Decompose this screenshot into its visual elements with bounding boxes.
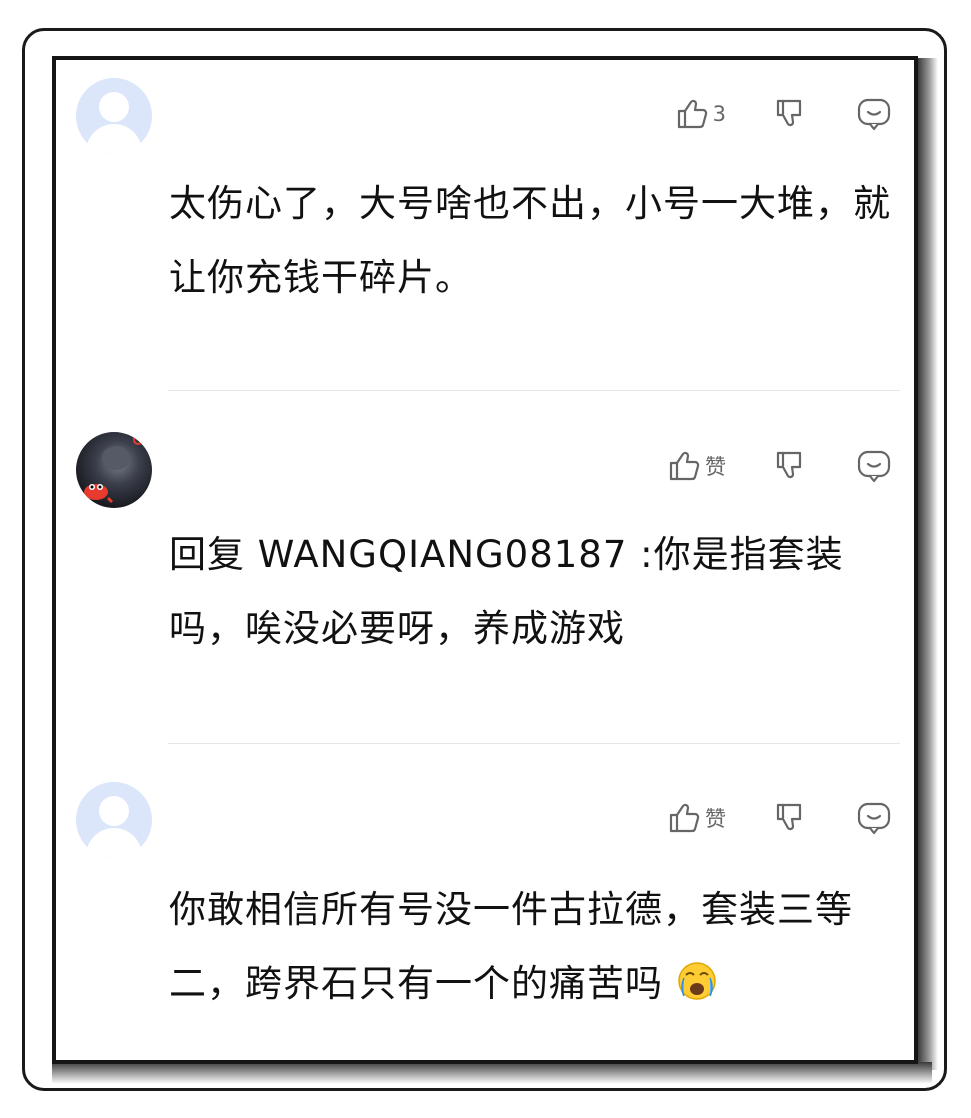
crying-emoji-icon	[678, 962, 716, 1000]
thumbs-down-icon	[776, 451, 802, 479]
reply-button[interactable]	[856, 801, 892, 835]
frame-shadow-right	[916, 58, 938, 1070]
comment-text: 你敢相信所有号没一件古拉德，套装三等二，跨界石只有一个的痛苦吗	[169, 873, 899, 1021]
frame-shadow-bottom	[52, 1062, 932, 1084]
thumbs-up-icon	[677, 99, 707, 129]
like-button[interactable]: 赞	[667, 449, 726, 483]
dislike-button[interactable]	[772, 801, 806, 835]
reply-button[interactable]	[856, 97, 892, 131]
dislike-button[interactable]	[772, 97, 806, 131]
comment-actions: 赞	[667, 798, 892, 838]
reply-bubble-icon	[857, 802, 891, 835]
dislike-button[interactable]	[772, 449, 806, 483]
avatar[interactable]	[76, 782, 152, 858]
comment-list: 3 太伤心了，大号啥也不出，小号一大堆，就让你充钱干碎片。 赞 回复 WANGQ…	[52, 56, 918, 1064]
thumbs-up-icon	[669, 451, 700, 481]
thumbs-up-icon	[669, 803, 700, 833]
avatar[interactable]	[76, 78, 152, 154]
avatar-head	[99, 796, 129, 826]
comment-actions: 3	[675, 94, 892, 134]
comment-text: 回复 WANGQIANG08187 :你是指套装吗，唉没必要呀，养成游戏	[169, 533, 844, 650]
avatar[interactable]	[76, 432, 152, 508]
avatar-body	[86, 124, 142, 154]
avatar-crab-sticker-icon	[78, 435, 143, 504]
comment-actions: 赞	[667, 446, 892, 486]
divider	[168, 743, 900, 744]
like-label: 赞	[705, 455, 726, 479]
like-label: 赞	[705, 807, 726, 831]
avatar-head	[99, 92, 129, 122]
like-count: 3	[712, 102, 726, 126]
comment-text: 太伤心了，大号啥也不出，小号一大堆，就让你充钱干碎片。	[169, 182, 891, 299]
thumbs-down-icon	[776, 803, 802, 831]
like-button[interactable]: 3	[675, 97, 726, 131]
reply-bubble-icon	[857, 450, 891, 483]
avatar-body	[86, 828, 142, 858]
reply-button[interactable]	[856, 449, 892, 483]
thumbs-down-icon	[776, 99, 802, 127]
comment-text-content: 你敢相信所有号没一件古拉德，套装三等二，跨界石只有一个的痛苦吗	[169, 888, 853, 1005]
divider	[168, 390, 900, 391]
reply-bubble-icon	[857, 98, 891, 131]
like-button[interactable]: 赞	[667, 801, 726, 835]
